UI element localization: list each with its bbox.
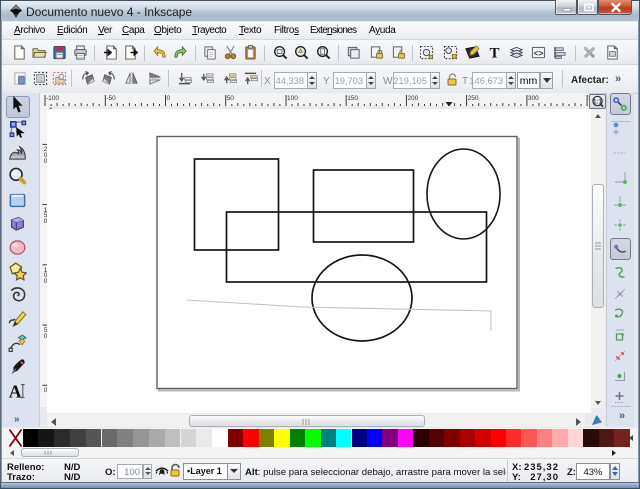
svg-text:<>: <> — [534, 47, 544, 57]
svg-text:1:1: 1:1 — [593, 99, 602, 105]
svg-text:A: A — [9, 382, 22, 400]
svg-text:T: T — [489, 45, 499, 59]
